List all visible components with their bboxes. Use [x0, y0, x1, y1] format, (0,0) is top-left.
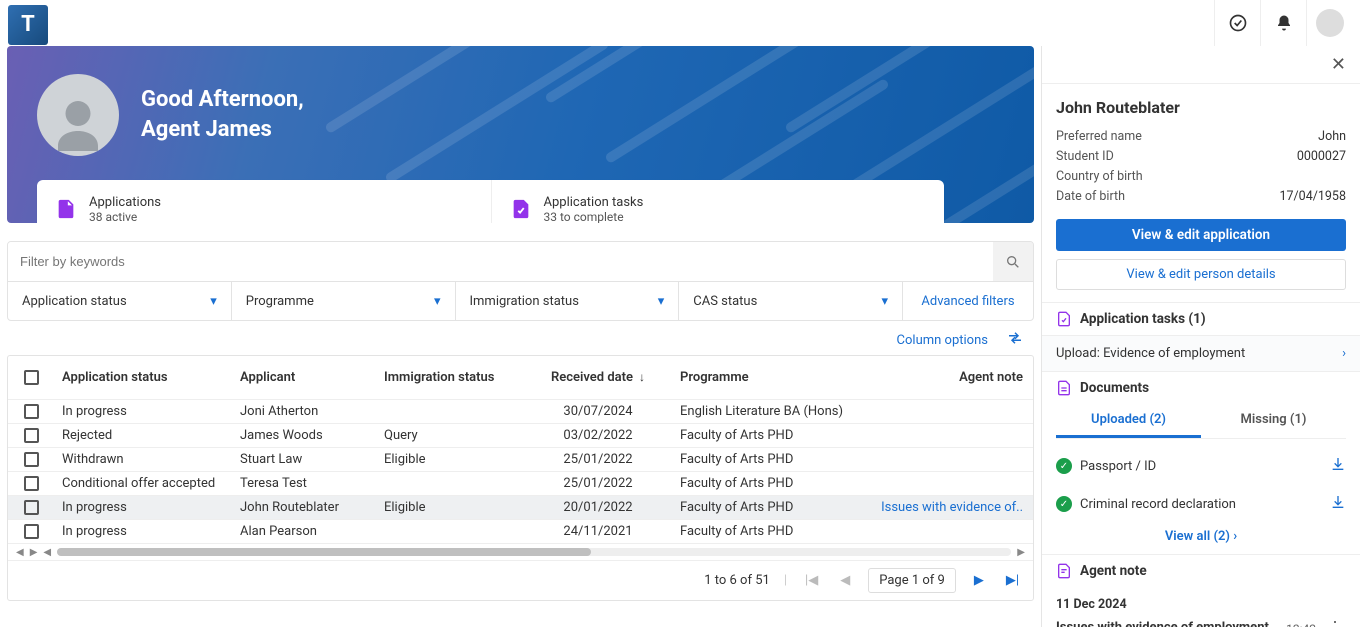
table-row[interactable]: Rejected James Woods Query 03/02/2022 Fa…	[8, 424, 1033, 448]
tasks-sub: 33 to complete	[544, 210, 644, 224]
dashboard-banner: Good Afternoon, Agent James Applications…	[7, 46, 1034, 223]
filter-application-status[interactable]: Application status ▾	[8, 282, 232, 320]
tasks-title: Application tasks	[544, 195, 644, 210]
scroll-left-icon[interactable]: ◀	[16, 547, 24, 558]
col-status[interactable]: Application status	[54, 370, 232, 385]
tab-missing[interactable]: Missing (1)	[1201, 404, 1346, 438]
task-item[interactable]: Upload: Evidence of employment ›	[1042, 335, 1360, 371]
col-note[interactable]: Agent note	[864, 370, 1033, 385]
note-title: Issues with evidence of employment	[1056, 620, 1278, 627]
check-badge-icon: ✓	[1056, 458, 1072, 474]
scroll-right-icon[interactable]: ▶	[30, 547, 38, 558]
chevron-right-icon: ›	[1342, 346, 1346, 361]
row-checkbox[interactable]	[24, 452, 39, 467]
documents-icon	[1056, 380, 1072, 396]
row-checkbox[interactable]	[24, 500, 39, 515]
detail-side-panel: ✕ John Routeblater Preferred nameJohn St…	[1041, 46, 1360, 627]
table-row[interactable]: Conditional offer accepted Teresa Test 2…	[8, 472, 1033, 496]
note-date: 11 Dec 2024	[1042, 587, 1360, 616]
row-checkbox[interactable]	[24, 476, 39, 491]
agent-avatar	[37, 74, 119, 156]
pager-page[interactable]: Page 1 of 9	[868, 568, 956, 593]
applicant-name: John Routeblater	[1056, 98, 1346, 117]
pager-prev[interactable]: ◀	[836, 573, 854, 588]
view-edit-person-button[interactable]: View & edit person details	[1056, 259, 1346, 290]
filter-immigration-status[interactable]: Immigration status ▾	[456, 282, 680, 320]
table-row[interactable]: In progress Alan Pearson 24/11/2021 Facu…	[8, 520, 1033, 544]
col-immigration[interactable]: Immigration status	[376, 370, 524, 385]
note-icon	[1056, 563, 1072, 579]
keyword-filter-input[interactable]	[8, 242, 993, 281]
agent-note-link[interactable]: Issues with evidence of..	[864, 500, 1033, 515]
tab-uploaded[interactable]: Uploaded (2)	[1056, 404, 1201, 438]
note-menu-icon[interactable]: ⋮	[1324, 620, 1346, 627]
approve-icon[interactable]	[1214, 0, 1260, 46]
tasks-icon	[1056, 311, 1072, 327]
hscroll-right-icon[interactable]: ▶	[1017, 547, 1025, 558]
pager-last[interactable]: ▶|	[1002, 573, 1023, 588]
note-time: 12:42	[1286, 622, 1316, 627]
view-edit-application-button[interactable]: View & edit application	[1056, 219, 1346, 251]
view-all-documents[interactable]: View all (2) ›	[1042, 523, 1360, 554]
summary-applications[interactable]: Applications 38 active	[37, 180, 491, 223]
applications-sub: 38 active	[89, 210, 161, 224]
filter-programme[interactable]: Programme ▾	[232, 282, 456, 320]
search-icon[interactable]	[993, 242, 1033, 281]
col-received[interactable]: Received date↓	[524, 370, 672, 385]
agent-note-section-title: Agent note	[1080, 563, 1147, 579]
chevron-down-icon: ▾	[210, 294, 217, 309]
summary-tasks[interactable]: Application tasks 33 to complete	[491, 180, 945, 223]
filter-cas-status[interactable]: CAS status ▾	[679, 282, 903, 320]
hscroll-track[interactable]	[57, 548, 1011, 556]
table-row[interactable]: Withdrawn Stuart Law Eligible 25/01/2022…	[8, 448, 1033, 472]
select-all-checkbox[interactable]	[24, 370, 39, 385]
greeting-text: Good Afternoon, Agent James	[141, 85, 304, 144]
row-checkbox[interactable]	[24, 428, 39, 443]
table-row[interactable]: In progress John Routeblater Eligible 20…	[8, 496, 1033, 520]
sort-desc-icon: ↓	[639, 370, 645, 384]
chevron-down-icon: ▾	[434, 294, 441, 309]
swap-columns-icon[interactable]	[1006, 329, 1024, 351]
download-icon[interactable]	[1330, 494, 1346, 514]
applications-table: Application status Applicant Immigration…	[7, 355, 1034, 601]
col-applicant[interactable]: Applicant	[232, 370, 376, 385]
column-options-link[interactable]: Column options	[897, 333, 988, 348]
user-avatar[interactable]	[1306, 0, 1352, 46]
close-panel-icon[interactable]: ✕	[1042, 46, 1360, 84]
document-row: ✓ Passport / ID	[1042, 447, 1360, 485]
row-checkbox[interactable]	[24, 524, 39, 539]
greeting-line2: Agent James	[141, 115, 304, 145]
pager-range: 1 to 6 of 51	[704, 573, 770, 588]
app-logo[interactable]: T	[8, 5, 48, 45]
applications-title: Applications	[89, 195, 161, 210]
greeting-line1: Good Afternoon,	[141, 87, 304, 112]
row-checkbox[interactable]	[24, 404, 39, 419]
tasks-section-title: Application tasks (1)	[1080, 311, 1206, 327]
advanced-filters-link[interactable]: Advanced filters	[903, 282, 1033, 320]
chevron-down-icon: ▾	[658, 294, 665, 309]
notifications-icon[interactable]	[1260, 0, 1306, 46]
download-icon[interactable]	[1330, 456, 1346, 476]
check-badge-icon: ✓	[1056, 496, 1072, 512]
filter-bar: Application status ▾ Programme ▾ Immigra…	[7, 241, 1034, 321]
hscroll-left-icon[interactable]: ◀	[43, 547, 51, 558]
document-row: ✓ Criminal record declaration	[1042, 485, 1360, 523]
pager-first[interactable]: |◀	[801, 573, 822, 588]
pager-next[interactable]: ▶	[970, 573, 988, 588]
chevron-right-icon: ›	[1233, 529, 1237, 544]
chevron-down-icon: ▾	[881, 294, 888, 309]
documents-section-title: Documents	[1080, 380, 1149, 396]
table-row[interactable]: In progress Joni Atherton 30/07/2024 Eng…	[8, 400, 1033, 424]
hscroll-thumb[interactable]	[57, 548, 591, 556]
col-programme[interactable]: Programme	[672, 370, 864, 385]
